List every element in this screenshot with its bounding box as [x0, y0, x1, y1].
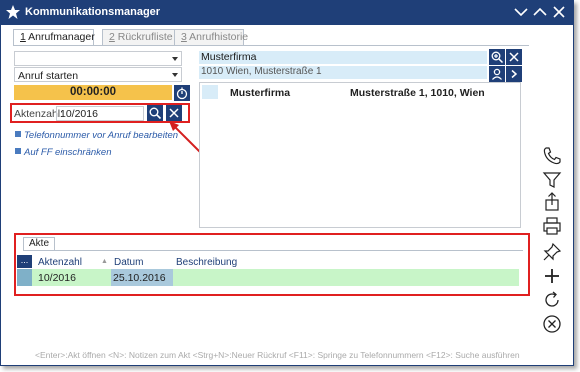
contact-table-name-header: Musterfirma [230, 87, 291, 99]
sort-icon: ▲ [101, 258, 108, 265]
cell-datum: 25.10.2016 [113, 272, 166, 284]
contact-clear-button[interactable] [506, 49, 522, 65]
contact-table-address-header: Musterstraße 1, 1010, Wien [350, 87, 485, 99]
column-beschreibung[interactable]: Beschreibung [176, 257, 237, 268]
akte-tab-divider [23, 250, 523, 251]
tab-label: Anrufhistorie [186, 31, 249, 43]
tab-rueckrufliste[interactable]: 2 Rückrufliste [102, 29, 182, 45]
chevron-right-icon [511, 69, 518, 79]
phone-icon[interactable] [541, 145, 563, 167]
window-title: Kommunikationsmanager [25, 6, 161, 18]
title-bar: Kommunikationsmanager [1, 1, 573, 25]
table-row[interactable] [17, 269, 519, 286]
person-icon [492, 68, 502, 80]
stopwatch-button[interactable] [174, 85, 190, 101]
add-icon[interactable] [541, 265, 563, 287]
row-selector[interactable] [202, 85, 218, 99]
files-highlight [14, 233, 530, 296]
star-logo-icon [6, 5, 20, 19]
cancel-icon[interactable] [541, 313, 563, 335]
option-checkbox [15, 148, 21, 154]
filter-icon[interactable] [541, 169, 563, 191]
aktenzahl-input[interactable]: 10/2016 [56, 106, 144, 121]
chevron-down-icon[interactable] [513, 4, 529, 20]
dropdown-arrow-icon [172, 73, 178, 77]
option-edit-number[interactable]: Telefonnummer vor Anruf bearbeiten [15, 130, 178, 141]
call-action-value: Anruf starten [18, 70, 79, 82]
tab-anrufhistorie[interactable]: 3 Anrufhistorie [174, 29, 248, 45]
call-action-select[interactable]: Anruf starten [14, 67, 182, 82]
contact-address: 1010 Wien, Musterstraße 1 [199, 66, 487, 79]
shortcut-hint-bar: <Enter>:Akt öffnen <N>: Notizen zum Akt … [35, 350, 520, 360]
column-aktenzahl[interactable]: Aktenzahl [38, 257, 82, 268]
share-icon[interactable] [541, 191, 563, 213]
tab-anrufmanager[interactable]: 1 Anrufmanager [13, 29, 95, 46]
tab-akte[interactable]: Akte [23, 237, 56, 251]
contact-zoom-button[interactable] [489, 49, 505, 65]
contact-next-button[interactable] [506, 66, 522, 82]
stopwatch-icon [176, 87, 188, 100]
contact-person-button[interactable] [489, 66, 505, 82]
cell-aktenzahl: 10/2016 [38, 272, 76, 284]
print-icon[interactable] [541, 215, 563, 237]
column-datum[interactable]: Datum [114, 257, 143, 268]
grid-options-button[interactable]: ... [17, 255, 32, 268]
pin-icon[interactable] [541, 241, 563, 263]
tab-divider [13, 45, 529, 46]
call-timer: 00:00:00 [14, 85, 172, 100]
refresh-icon[interactable] [541, 289, 563, 311]
tab-label: Anrufmanager [25, 31, 95, 43]
phone-number-select[interactable] [14, 51, 182, 66]
option-checkbox [15, 131, 21, 137]
option-label: Telefonnummer vor Anruf bearbeiten [24, 130, 179, 141]
kommunikationsmanager-window: Kommunikationsmanager 1 Anrufmanager 2 R… [0, 0, 574, 366]
zoom-in-icon [491, 51, 504, 64]
close-icon [509, 52, 519, 62]
search-icon [149, 107, 162, 120]
option-restrict-ff[interactable]: Auf FF einschränken [15, 147, 111, 158]
dropdown-arrow-icon [172, 57, 178, 61]
chevron-up-icon[interactable] [532, 4, 548, 20]
row-selector[interactable] [17, 269, 32, 286]
option-label: Auf FF einschränken [24, 147, 112, 158]
contact-table: Musterfirma Musterstraße 1, 1010, Wien [199, 82, 521, 228]
contact-name: Musterfirma [199, 51, 487, 64]
tab-label: Rückrufliste [114, 31, 173, 43]
close-window-icon[interactable] [551, 4, 567, 20]
